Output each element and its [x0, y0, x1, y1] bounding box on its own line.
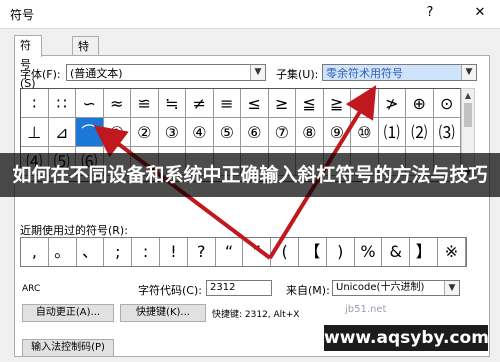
- char-code-label: 字符代码(C):: [138, 284, 202, 297]
- chevron-down-icon[interactable]: ▼: [444, 281, 459, 295]
- symbol-cell[interactable]: ≯: [378, 89, 406, 118]
- from-label: 来自(M):: [286, 284, 330, 297]
- recent-symbol[interactable]: “: [216, 238, 244, 266]
- symbol-cell[interactable]: ≡: [213, 89, 241, 118]
- recent-symbol[interactable]: %: [355, 238, 383, 266]
- symbol-cell[interactable]: ≤: [241, 89, 269, 118]
- recent-symbol[interactable]: ?: [188, 238, 216, 266]
- recent-symbol[interactable]: ): [327, 238, 355, 266]
- recent-symbol[interactable]: !: [160, 238, 188, 266]
- help-button[interactable]: ?: [420, 4, 440, 22]
- symbol-cell[interactable]: ≌: [131, 89, 159, 118]
- char-code-input[interactable]: 2312: [206, 280, 272, 296]
- symbol-cell[interactable]: ≈: [103, 89, 131, 118]
- font-select[interactable]: (普通文本) ▼: [66, 64, 266, 81]
- symbol-cell[interactable]: ⑦: [268, 118, 296, 147]
- symbol-cell[interactable]: ≥: [268, 89, 296, 118]
- symbol-cell[interactable]: ∽: [76, 89, 104, 118]
- shortcut-key-button[interactable]: 快捷键(K)...: [120, 304, 206, 322]
- symbol-cell[interactable]: ①: [103, 118, 131, 147]
- symbol-cell[interactable]: ⑨: [323, 118, 351, 147]
- dialog-title: 符号: [10, 8, 35, 22]
- close-button[interactable]: ✕: [470, 4, 490, 22]
- title-bar: 符号 ? ✕: [0, 0, 500, 29]
- recent-symbol[interactable]: ※: [438, 238, 466, 266]
- symbol-cell[interactable]: ④: [186, 118, 214, 147]
- caption-banner: 如何在不同设备和系统中正确输入斜杠符号的方法与技巧: [0, 153, 500, 197]
- symbol-cell[interactable]: ⌒: [76, 118, 104, 147]
- symbol-cell[interactable]: ⑴: [378, 118, 406, 147]
- chevron-down-icon[interactable]: ▼: [461, 65, 476, 80]
- subset-select-value: 零余符术用符号: [326, 67, 403, 80]
- tab-special-characters[interactable]: 特殊字符(P): [72, 36, 100, 129]
- subset-select[interactable]: 零余符术用符号 ▼: [322, 64, 477, 81]
- symbol-cell[interactable]: ⑤: [213, 118, 241, 147]
- symbol-cell[interactable]: ≒: [158, 89, 186, 118]
- from-select-value: Unicode(十六进制): [336, 282, 425, 293]
- recent-symbol[interactable]: 。: [49, 238, 77, 266]
- watermark: www.aqsyby.com: [324, 325, 489, 351]
- autocorrect-button[interactable]: 自动更正(A)...: [22, 304, 114, 322]
- symbol-cell[interactable]: ⑩: [351, 118, 379, 147]
- symbol-cell[interactable]: ②: [131, 118, 159, 147]
- ime-control-button[interactable]: 输入法控制码(P): [22, 339, 114, 357]
- symbol-cell[interactable]: ⊕: [406, 89, 434, 118]
- recent-symbol[interactable]: 【: [299, 238, 327, 266]
- symbol-cell[interactable]: ⊿: [48, 118, 76, 147]
- character-name: ARC: [22, 284, 41, 294]
- symbol-cell[interactable]: ∷: [48, 89, 76, 118]
- scroll-thumb[interactable]: [464, 103, 472, 127]
- symbol-cell[interactable]: ≠: [186, 89, 214, 118]
- font-select-value: (普通文本): [70, 67, 123, 80]
- recent-symbol[interactable]: ,: [21, 238, 49, 266]
- symbol-cell[interactable]: ③: [158, 118, 186, 147]
- chevron-down-icon[interactable]: ▼: [250, 65, 265, 80]
- recent-symbols-label: 近期使用过的符号(R):: [20, 224, 128, 237]
- subset-label: 子集(U):: [276, 68, 319, 81]
- recent-symbol[interactable]: :: [132, 238, 160, 266]
- symbol-cell[interactable]: ⑶: [433, 118, 461, 147]
- recent-symbol[interactable]: &: [382, 238, 411, 266]
- recent-symbols: ,。、;:!? “”(【)% &】 ※: [20, 237, 467, 267]
- recent-symbol[interactable]: ”: [243, 238, 272, 266]
- shortcut-text: 快捷键: 2312, Alt+X: [212, 310, 300, 320]
- from-select[interactable]: Unicode(十六进制) ▼: [332, 280, 460, 296]
- symbol-cell[interactable]: ⊥: [21, 118, 49, 147]
- watermark-sub: jb51.net: [345, 304, 387, 315]
- symbol-cell[interactable]: ⑧: [296, 118, 324, 147]
- recent-symbol[interactable]: (: [271, 238, 299, 266]
- recent-symbol[interactable]: 、: [77, 238, 105, 266]
- tab-symbols[interactable]: 符号(S): [14, 35, 42, 90]
- symbol-cell[interactable]: ≮: [351, 89, 379, 118]
- caption-text: 如何在不同设备和系统中正确输入斜杠符号的方法与技巧: [12, 164, 488, 186]
- symbol-cell[interactable]: ≦: [296, 89, 324, 118]
- symbol-cell[interactable]: ⑥: [241, 118, 269, 147]
- symbol-cell[interactable]: ⑵: [406, 118, 434, 147]
- scroll-up-icon[interactable]: ▲: [462, 89, 474, 102]
- recent-symbol[interactable]: 】: [410, 238, 438, 266]
- recent-symbol[interactable]: ;: [104, 238, 133, 266]
- symbol-cell[interactable]: ⊙: [433, 89, 461, 118]
- symbol-cell[interactable]: ∶: [21, 89, 49, 118]
- symbol-cell[interactable]: ≧: [323, 89, 351, 118]
